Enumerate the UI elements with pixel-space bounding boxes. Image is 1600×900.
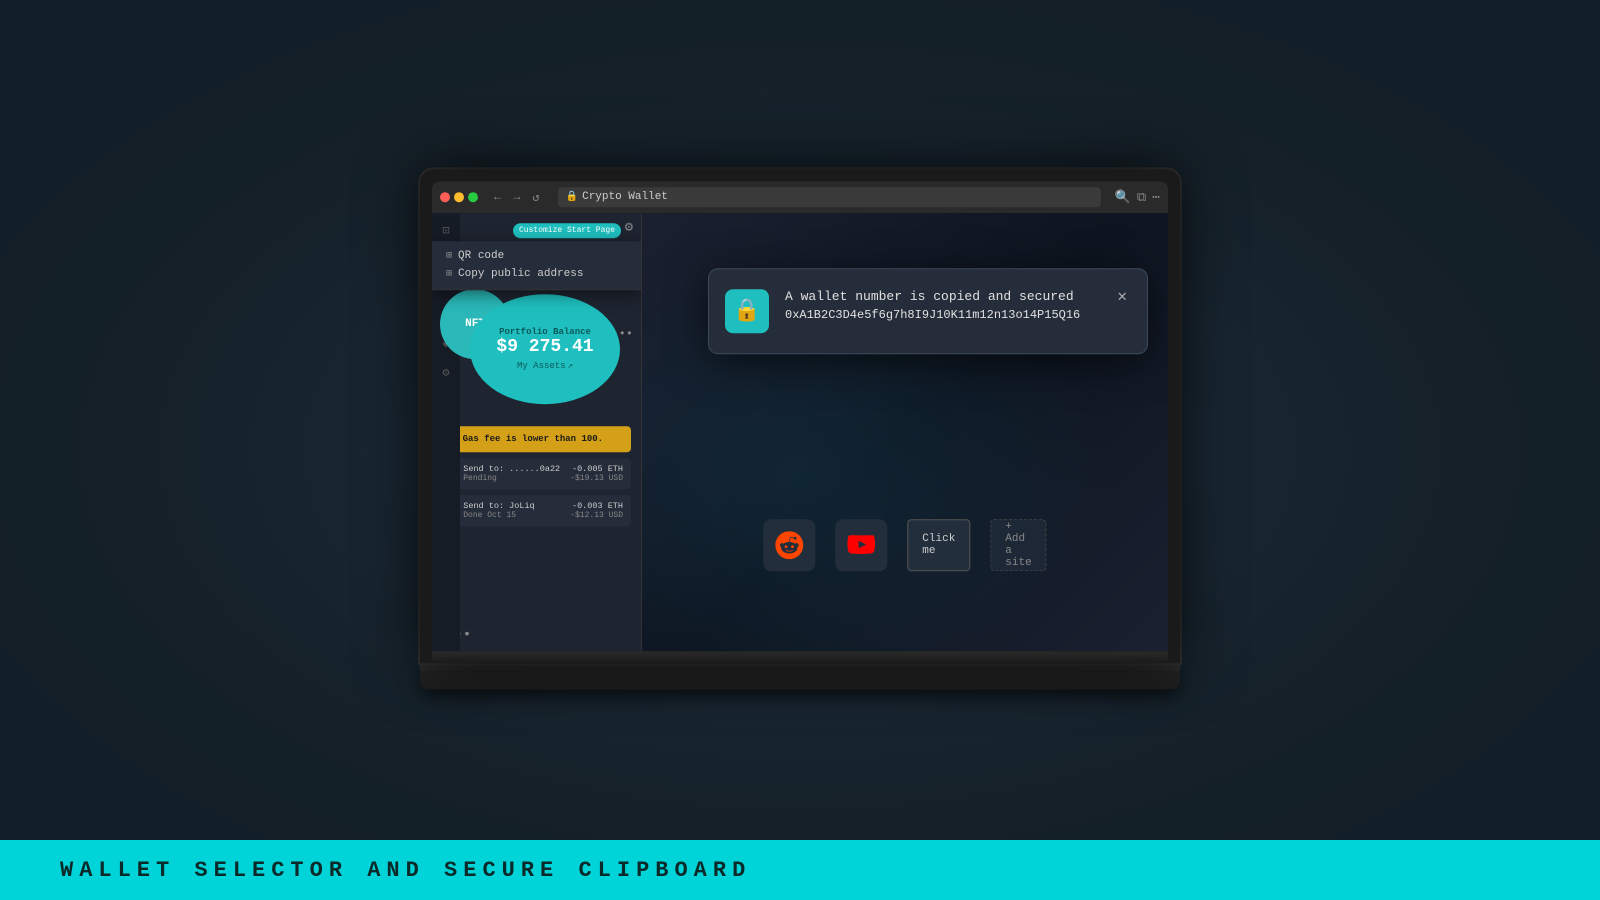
gas-fee-warning: ⚠ Gas fee is lower than 100. bbox=[442, 426, 631, 452]
maximize-window-dot[interactable] bbox=[468, 192, 478, 202]
shortcut-youtube[interactable] bbox=[835, 519, 887, 571]
notification-lock-icon: 🔒 bbox=[725, 289, 769, 333]
tx-eth-1: -0.003 ETH bbox=[570, 501, 623, 511]
lock-icon: 🔒 bbox=[566, 191, 578, 203]
portfolio-label: Portfolio Balance bbox=[499, 327, 591, 337]
wallet-bubble-area: NFT Portfolio Balance $9 275.41 My Asset… bbox=[440, 289, 633, 404]
notification-close-button[interactable]: ✕ bbox=[1117, 289, 1127, 305]
close-window-dot[interactable] bbox=[440, 192, 450, 202]
browser-url-bar[interactable]: 🔒 Crypto Wallet bbox=[558, 187, 1101, 207]
tx-amounts-1: -0.003 ETH -$12.13 USD bbox=[570, 501, 623, 520]
wallet-dropdown-menu: ⊞ QR code ⊞ Copy public address bbox=[432, 241, 642, 290]
customize-start-page-button[interactable]: Customize Start Page bbox=[513, 223, 621, 238]
screen-bezel: ← → ↺ 🔒 Crypto Wallet 🔍 ⧉ ⋯ bbox=[432, 181, 1168, 651]
new-tab-page: Click me + Add a site 🔒 A wallet number … bbox=[642, 213, 1168, 651]
laptop-bottom-bezel bbox=[432, 651, 1168, 663]
add-site-button[interactable]: + Add a site bbox=[990, 519, 1046, 571]
copy-address-label: Copy public address bbox=[458, 268, 583, 280]
tx-details-1: Send to: JoLiq Done Oct 15 bbox=[463, 501, 564, 520]
browser-back-button[interactable]: ← bbox=[490, 188, 505, 206]
browser-url-text: Crypto Wallet bbox=[582, 191, 668, 203]
tx-status-1: Done Oct 15 bbox=[463, 511, 564, 520]
browser-menu-icon[interactable]: ⋯ bbox=[1152, 190, 1160, 205]
browser-refresh-button[interactable]: ↺ bbox=[528, 188, 543, 207]
bottom-banner: WALLET SELECTOR AND SECURE CLIPBOARD bbox=[0, 840, 1600, 900]
wallet-nav-settings[interactable]: ⚙ bbox=[442, 365, 449, 380]
my-assets-link[interactable]: My Assets ↗ bbox=[517, 361, 573, 371]
wallet-nav-home[interactable]: ⊡ bbox=[442, 223, 449, 238]
laptop: ← → ↺ 🔒 Crypto Wallet 🔍 ⧉ ⋯ bbox=[420, 169, 1180, 689]
tx-to-0: Send to: ......0a22 bbox=[463, 464, 564, 474]
browser-navigation: ← → ↺ bbox=[490, 188, 544, 207]
notification-address: 0xA1B2C3D4e5f6g7h8I9J10K11m12n13o14P15Q1… bbox=[785, 308, 1101, 322]
notification-content: A wallet number is copied and secured 0x… bbox=[785, 289, 1101, 322]
tx-amounts-0: -0.005 ETH -$19.13 USD bbox=[570, 464, 623, 483]
wallet-sidebar: ⊞ QR code ⊞ Copy public address ⚙ Crypt bbox=[432, 213, 642, 651]
transactions-list: ⚠ Gas fee is lower than 100. ↻ Send to: … bbox=[432, 418, 641, 534]
tx-usd-1: -$12.13 USD bbox=[570, 511, 623, 520]
tx-usd-0: -$19.13 USD bbox=[570, 474, 623, 483]
notification-title: A wallet number is copied and secured bbox=[785, 289, 1101, 304]
copy-icon: ⊞ bbox=[446, 268, 452, 280]
qr-code-menu-item[interactable]: ⊞ QR code bbox=[442, 247, 632, 265]
extensions-icon[interactable]: ⧉ bbox=[1137, 190, 1146, 205]
search-icon[interactable]: 🔍 bbox=[1115, 190, 1131, 205]
wallet-settings-button[interactable]: ⚙ bbox=[625, 219, 633, 236]
browser-window-controls bbox=[440, 192, 478, 202]
youtube-icon bbox=[835, 519, 887, 571]
gas-warning-text: Gas fee is lower than 100. bbox=[463, 434, 603, 444]
minimize-window-dot[interactable] bbox=[454, 192, 464, 202]
qr-icon: ⊞ bbox=[446, 250, 452, 262]
tx-status-0: Pending bbox=[463, 474, 564, 483]
browser-content: ⊞ QR code ⊞ Copy public address ⚙ Crypt bbox=[432, 213, 1168, 651]
tx-details-0: Send to: ......0a22 Pending bbox=[463, 464, 564, 483]
shortcut-add-site[interactable]: + Add a site bbox=[990, 519, 1046, 571]
browser-forward-button[interactable]: → bbox=[509, 188, 524, 206]
laptop-base bbox=[420, 671, 1180, 689]
shortcut-click-me[interactable]: Click me bbox=[907, 519, 970, 571]
tx-eth-0: -0.005 ETH bbox=[570, 464, 623, 474]
copy-address-menu-item[interactable]: ⊞ Copy public address bbox=[442, 265, 632, 283]
click-me-button[interactable]: Click me bbox=[907, 519, 970, 571]
portfolio-bubble: Portfolio Balance $9 275.41 My Assets ↗ bbox=[470, 294, 620, 404]
bottom-banner-text: WALLET SELECTOR AND SECURE CLIPBOARD bbox=[60, 858, 751, 883]
browser-chrome: ← → ↺ 🔒 Crypto Wallet 🔍 ⧉ ⋯ bbox=[432, 181, 1168, 213]
browser-actions: 🔍 ⧉ ⋯ bbox=[1115, 190, 1160, 205]
qr-code-label: QR code bbox=[458, 250, 504, 262]
reddit-icon bbox=[763, 519, 815, 571]
portfolio-value: $9 275.41 bbox=[496, 337, 593, 357]
laptop-screen-outer: ← → ↺ 🔒 Crypto Wallet 🔍 ⧉ ⋯ bbox=[420, 169, 1180, 663]
shortcut-reddit[interactable] bbox=[763, 519, 815, 571]
transaction-item-0: ↻ Send to: ......0a22 Pending -0.005 ETH… bbox=[442, 458, 631, 489]
laptop-hinge bbox=[420, 663, 1180, 671]
transaction-item-1: ✓ Send to: JoLiq Done Oct 15 -0.003 ETH … bbox=[442, 495, 631, 526]
shortcuts-row: Click me + Add a site bbox=[763, 519, 1046, 571]
wallet-notification-popup: 🔒 A wallet number is copied and secured … bbox=[708, 268, 1148, 354]
tx-to-1: Send to: JoLiq bbox=[463, 501, 564, 511]
